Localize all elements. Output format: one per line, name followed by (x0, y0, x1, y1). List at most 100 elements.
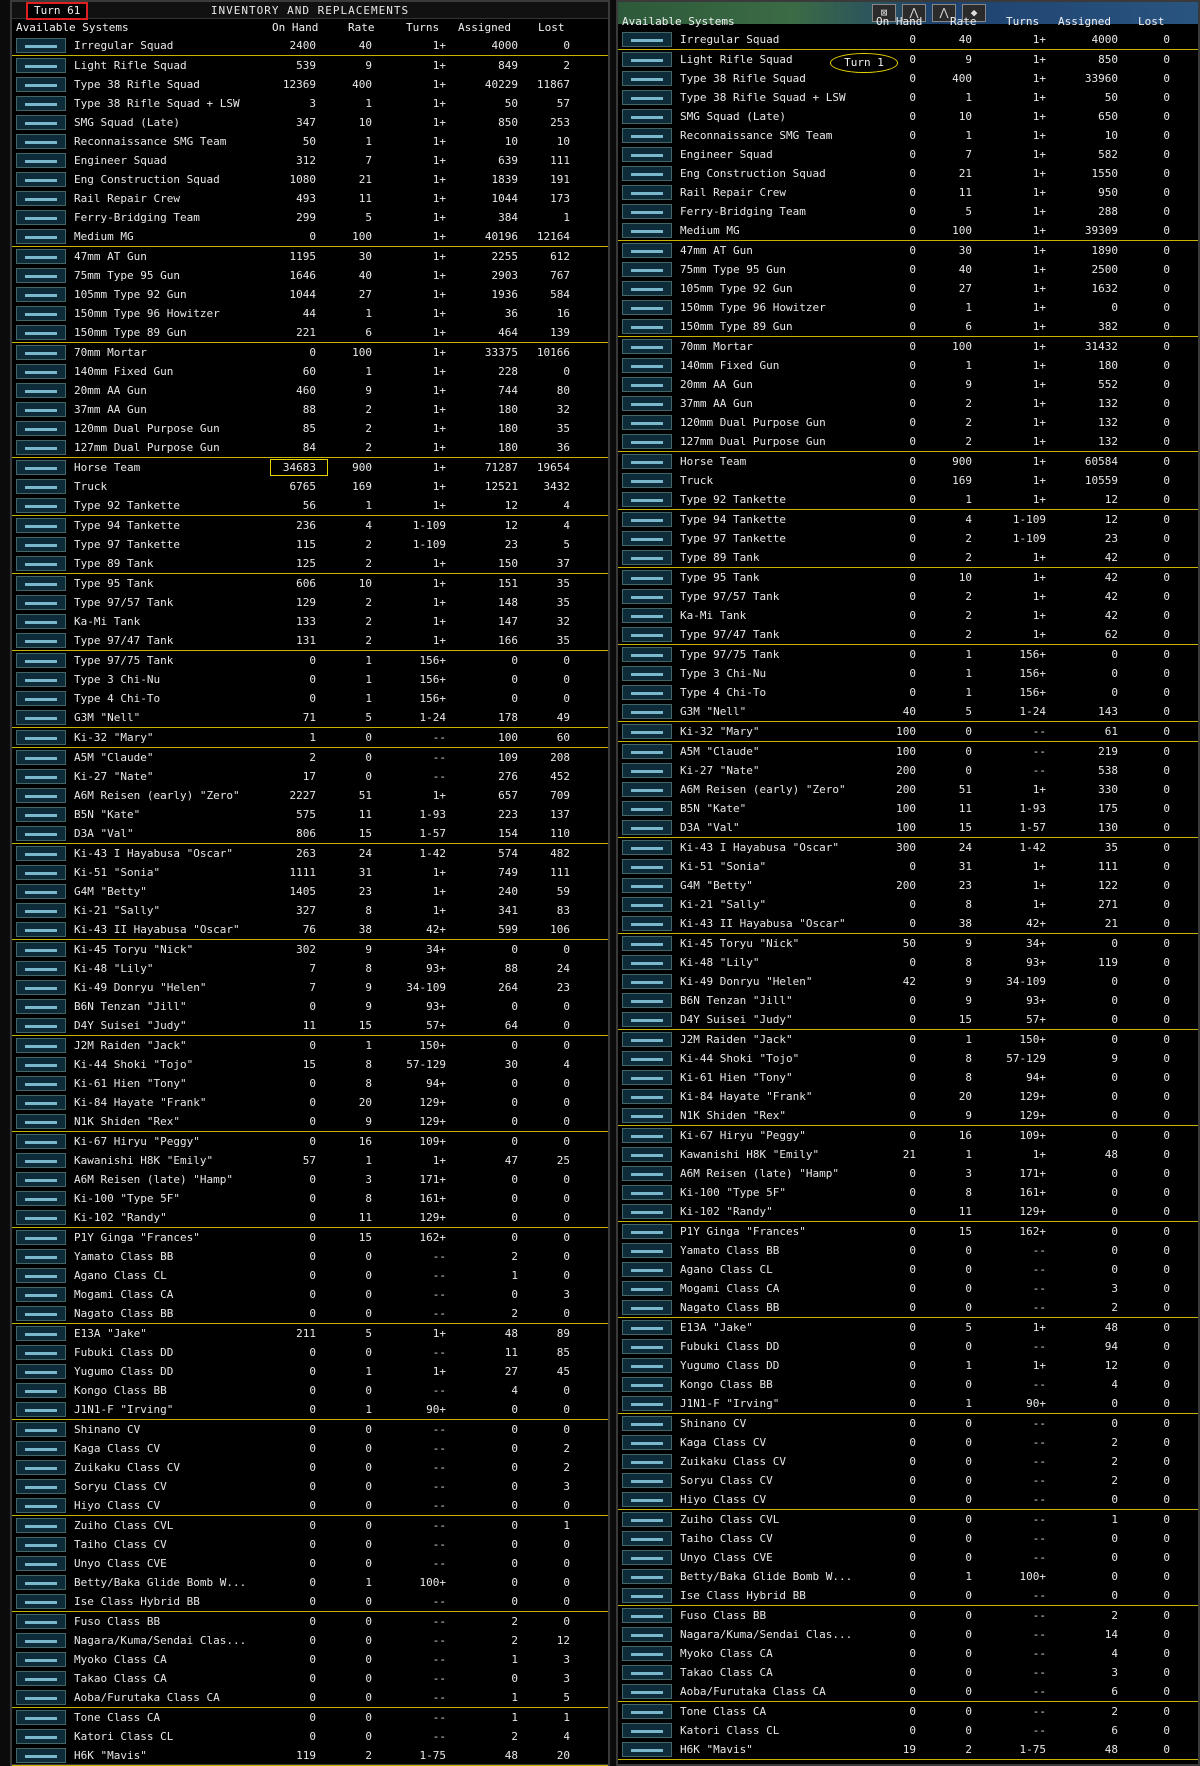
table-row[interactable]: A6M Reisen (early) "Zero" 2227 51 1+ 657 709 (12, 786, 608, 805)
table-row[interactable]: Myoko Class CA 0 0 -- 4 0 (618, 1644, 1198, 1663)
table-row[interactable]: Fuso Class BB 0 0 -- 2 0 (12, 1612, 608, 1631)
table-row[interactable]: Horse Team 0 900 1+ 60584 0 (618, 452, 1198, 471)
table-row[interactable]: Type 94 Tankette 236 4 1-109 12 4 (12, 516, 608, 535)
table-row[interactable]: Engineer Squad 312 7 1+ 639 111 (12, 151, 608, 170)
table-row[interactable]: 70mm Mortar 0 100 1+ 33375 10166 (12, 343, 608, 362)
table-row[interactable]: Reconnaissance SMG Team 50 1 1+ 10 10 (12, 132, 608, 151)
table-row[interactable]: 105mm Type 92 Gun 0 27 1+ 1632 0 (618, 279, 1198, 298)
table-row[interactable]: Zuiho Class CVL 0 0 -- 1 0 (618, 1510, 1198, 1529)
table-row[interactable]: Type 89 Tank 125 2 1+ 150 37 (12, 554, 608, 574)
table-row[interactable]: Kongo Class BB 0 0 -- 4 0 (618, 1375, 1198, 1394)
table-row[interactable]: G4M "Betty" 200 23 1+ 122 0 (618, 876, 1198, 895)
table-row[interactable]: Ki-44 Shoki "Tojo" 15 8 57-129 30 4 (12, 1055, 608, 1074)
table-row[interactable]: Ki-51 "Sonia" 0 31 1+ 111 0 (618, 857, 1198, 876)
table-row[interactable]: Nagato Class BB 0 0 -- 2 0 (12, 1304, 608, 1324)
header-lost[interactable]: Lost (538, 21, 565, 34)
table-row[interactable]: SMG Squad (Late) 0 10 1+ 650 0 (618, 107, 1198, 126)
table-row[interactable]: G4M "Betty" 1405 23 1+ 240 59 (12, 882, 608, 901)
table-row[interactable]: J1N1-F "Irving" 0 1 90+ 0 0 (12, 1400, 608, 1420)
table-row[interactable]: Zuiho Class CVL 0 0 -- 0 1 (12, 1516, 608, 1535)
table-row[interactable]: B6N Tenzan "Jill" 0 9 93+ 0 0 (12, 997, 608, 1016)
table-row[interactable]: Ki-51 "Sonia" 1111 31 1+ 749 111 (12, 863, 608, 882)
table-row[interactable]: Nagara/Kuma/Sendai Clas... 0 0 -- 14 0 (618, 1625, 1198, 1644)
table-row[interactable]: Light Rifle Squad 539 9 1+ 849 2 (12, 56, 608, 75)
table-row[interactable]: Ise Class Hybrid BB 0 0 -- 0 0 (618, 1586, 1198, 1606)
table-row[interactable]: A6M Reisen (late) "Hamp" 0 3 171+ 0 0 (12, 1170, 608, 1189)
table-row[interactable]: Type 4 Chi-To 0 1 156+ 0 0 (618, 683, 1198, 702)
table-row[interactable]: Engineer Squad 0 7 1+ 582 0 (618, 145, 1198, 164)
table-row[interactable]: Hiyo Class CV 0 0 -- 0 0 (12, 1496, 608, 1516)
table-row[interactable]: Type 89 Tank 0 2 1+ 42 0 (618, 548, 1198, 568)
table-row[interactable]: Ki-49 Donryu "Helen" 42 9 34-109 0 0 (618, 972, 1198, 991)
table-row[interactable]: Ki-32 "Mary" 100 0 -- 61 0 (618, 722, 1198, 742)
table-row[interactable]: Fubuki Class DD 0 0 -- 11 85 (12, 1343, 608, 1362)
table-row[interactable]: 140mm Fixed Gun 0 1 1+ 180 0 (618, 356, 1198, 375)
table-row[interactable]: Kaga Class CV 0 0 -- 2 0 (618, 1433, 1198, 1452)
table-row[interactable]: Type 38 Rifle Squad 0 400 1+ 33960 0 (618, 69, 1198, 88)
header-turns[interactable]: Turns (1006, 15, 1039, 28)
table-row[interactable]: Ki-84 Hayate "Frank" 0 20 129+ 0 0 (12, 1093, 608, 1112)
table-row[interactable]: 120mm Dual Purpose Gun 85 2 1+ 180 35 (12, 419, 608, 438)
table-row[interactable]: Myoko Class CA 0 0 -- 1 3 (12, 1650, 608, 1669)
table-row[interactable]: Zuikaku Class CV 0 0 -- 2 0 (618, 1452, 1198, 1471)
table-row[interactable]: J2M Raiden "Jack" 0 1 150+ 0 0 (12, 1036, 608, 1055)
table-row[interactable]: 140mm Fixed Gun 60 1 1+ 228 0 (12, 362, 608, 381)
table-row[interactable]: Type 92 Tankette 56 1 1+ 12 4 (12, 496, 608, 516)
table-row[interactable]: D3A "Val" 806 15 1-57 154 110 (12, 824, 608, 844)
header-available-systems[interactable]: Available Systems (622, 15, 735, 28)
table-row[interactable]: 75mm Type 95 Gun 0 40 1+ 2500 0 (618, 260, 1198, 279)
table-row[interactable]: Eng Construction Squad 0 21 1+ 1550 0 (618, 164, 1198, 183)
table-row[interactable]: A6M Reisen (late) "Hamp" 0 3 171+ 0 0 (618, 1164, 1198, 1183)
table-row[interactable]: Type 95 Tank 606 10 1+ 151 35 (12, 574, 608, 593)
table-row[interactable]: 70mm Mortar 0 100 1+ 31432 0 (618, 337, 1198, 356)
table-row[interactable]: Rail Repair Crew 0 11 1+ 950 0 (618, 183, 1198, 202)
table-row[interactable]: Ki-100 "Type 5F" 0 8 161+ 0 0 (618, 1183, 1198, 1202)
table-row[interactable]: Ki-100 "Type 5F" 0 8 161+ 0 0 (12, 1189, 608, 1208)
table-row[interactable]: Ki-102 "Randy" 0 11 129+ 0 0 (12, 1208, 608, 1228)
table-row[interactable]: Ki-49 Donryu "Helen" 7 9 34-109 264 23 (12, 978, 608, 997)
table-row[interactable]: Type 97/75 Tank 0 1 156+ 0 0 (12, 651, 608, 670)
table-row[interactable]: 20mm AA Gun 0 9 1+ 552 0 (618, 375, 1198, 394)
table-row[interactable]: A5M "Claude" 2 0 -- 109 208 (12, 748, 608, 767)
table-row[interactable]: Agano Class CL 0 0 -- 0 0 (618, 1260, 1198, 1279)
table-row[interactable]: Ki-43 I Hayabusa "Oscar" 300 24 1-42 35 0 (618, 838, 1198, 857)
table-row[interactable]: Ki-32 "Mary" 1 0 -- 100 60 (12, 728, 608, 748)
header-assigned[interactable]: Assigned (1058, 15, 1111, 28)
table-row[interactable]: Ki-43 II Hayabusa "Oscar" 0 38 42+ 21 0 (618, 914, 1198, 934)
table-row[interactable]: E13A "Jake" 0 5 1+ 48 0 (618, 1318, 1198, 1337)
table-row[interactable]: Unyo Class CVE 0 0 -- 0 0 (618, 1548, 1198, 1567)
table-row[interactable]: Kongo Class BB 0 0 -- 4 0 (12, 1381, 608, 1400)
table-row[interactable]: Yamato Class BB 0 0 -- 0 0 (618, 1241, 1198, 1260)
table-row[interactable]: SMG Squad (Late) 347 10 1+ 850 253 (12, 113, 608, 132)
table-row[interactable]: Type 4 Chi-To 0 1 156+ 0 0 (12, 689, 608, 708)
table-row[interactable]: Takao Class CA 0 0 -- 3 0 (618, 1663, 1198, 1682)
table-row[interactable]: Ki-21 "Sally" 0 8 1+ 271 0 (618, 895, 1198, 914)
table-row[interactable]: 120mm Dual Purpose Gun 0 2 1+ 132 0 (618, 413, 1198, 432)
table-row[interactable]: 150mm Type 96 Howitzer 0 1 1+ 0 0 (618, 298, 1198, 317)
table-row[interactable]: Ki-84 Hayate "Frank" 0 20 129+ 0 0 (618, 1087, 1198, 1106)
table-row[interactable]: Rail Repair Crew 493 11 1+ 1044 173 (12, 189, 608, 208)
table-row[interactable]: Agano Class CL 0 0 -- 1 0 (12, 1266, 608, 1285)
table-row[interactable]: Ki-27 "Nate" 17 0 -- 276 452 (12, 767, 608, 786)
table-row[interactable]: Yugumo Class DD 0 1 1+ 12 0 (618, 1356, 1198, 1375)
table-row[interactable]: Betty/Baka Glide Bomb W... 0 1 100+ 0 0 (618, 1567, 1198, 1586)
table-row[interactable]: Type 92 Tankette 0 1 1+ 12 0 (618, 490, 1198, 510)
header-available-systems[interactable]: Available Systems (16, 21, 129, 34)
table-row[interactable]: 37mm AA Gun 0 2 1+ 132 0 (618, 394, 1198, 413)
table-row[interactable]: Shinano CV 0 0 -- 0 0 (12, 1420, 608, 1439)
table-row[interactable]: Tone Class CA 0 0 -- 2 0 (618, 1702, 1198, 1721)
table-row[interactable]: Mogami Class CA 0 0 -- 0 3 (12, 1285, 608, 1304)
header-rate[interactable]: Rate (348, 21, 375, 34)
header-on-hand[interactable]: On Hand (876, 15, 922, 28)
table-row[interactable]: 150mm Type 89 Gun 221 6 1+ 464 139 (12, 323, 608, 343)
table-row[interactable]: Soryu Class CV 0 0 -- 2 0 (618, 1471, 1198, 1490)
table-row[interactable]: J1N1-F "Irving" 0 1 90+ 0 0 (618, 1394, 1198, 1414)
table-row[interactable]: P1Y Ginga "Frances" 0 15 162+ 0 0 (618, 1222, 1198, 1241)
table-row[interactable]: Unyo Class CVE 0 0 -- 0 0 (12, 1554, 608, 1573)
table-row[interactable]: Type 95 Tank 0 10 1+ 42 0 (618, 568, 1198, 587)
table-row[interactable]: H6K "Mavis" 19 2 1-75 48 0 (618, 1740, 1198, 1760)
table-row[interactable]: Nagara/Kuma/Sendai Clas... 0 0 -- 2 12 (12, 1631, 608, 1650)
table-row[interactable]: 20mm AA Gun 460 9 1+ 744 80 (12, 381, 608, 400)
table-row[interactable]: Ki-45 Toryu "Nick" 50 9 34+ 0 0 (618, 934, 1198, 953)
table-row[interactable]: Mogami Class CA 0 0 -- 3 0 (618, 1279, 1198, 1298)
